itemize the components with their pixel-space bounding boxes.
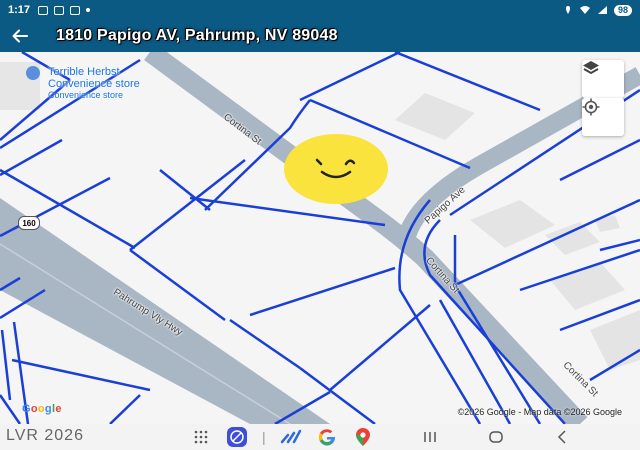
analytics-icon [280,429,301,444]
parcel-lines [0,52,640,424]
building [550,262,625,310]
arrow-left-icon [12,29,28,43]
smiley-face-icon [315,158,356,179]
apps-grid-icon [194,430,208,444]
screen: 1:17 98 1810 Papigo AV, Pahrump, NV 8904… [0,0,640,450]
navigation-bar: LVR 2026 | [0,424,640,450]
google-app-button[interactable] [316,427,338,447]
google-logo-letter: G [22,403,31,415]
location-status-icon [565,6,571,14]
building [470,200,555,248]
wifi-icon [579,6,590,14]
shopping-bag-icon [26,66,40,80]
home-button[interactable] [486,427,506,447]
browser-icon [227,427,247,447]
poi-terrible-herbst[interactable]: Terrible Herbst Convenience store Conven… [48,66,140,100]
status-bar: 1:17 98 [0,0,640,20]
dock-separator: | [262,429,266,445]
poi-name-line1: Terrible Herbst [48,66,120,78]
recents-button[interactable] [420,427,440,447]
recents-icon [424,432,436,442]
google-logo-letters: Google [22,403,62,415]
system-status-icons: 98 [563,4,632,16]
maps-icon [355,428,370,446]
building [395,93,475,140]
watermark: LVR 2026 [6,427,84,444]
poi-name-line2: Convenience store [48,78,140,90]
google-icon [318,429,335,446]
layers-icon [583,61,599,75]
google-logo-letter: g [44,403,52,415]
status-time: 1:17 [8,4,31,16]
analytics-app-button[interactable] [280,427,302,447]
my-location-button[interactable] [582,98,624,136]
battery-level: 98 [613,4,632,16]
layers-button[interactable] [582,60,624,98]
app-bar: 1810 Papigo AV, Pahrump, NV 89048 [0,20,640,52]
browser-app-button[interactable] [226,427,248,447]
map-canvas [0,52,640,424]
map-view[interactable]: Terrible Herbst Convenience store Conven… [0,52,640,424]
back-nav-icon [557,430,566,444]
signal-icon [597,6,607,14]
home-icon [489,431,503,443]
back-nav-button[interactable] [552,427,572,447]
poi-category: Convenience store [48,90,124,100]
more-dot-icon [86,8,91,12]
maps-app-button[interactable] [352,427,374,447]
highway-divider [0,243,291,424]
highway-shield: 160 [18,216,40,230]
google-logo-letter: o [37,403,45,415]
taskbar-dock: | [190,427,374,447]
image-icon [54,5,65,15]
building [590,310,640,370]
screenshot-icon [38,5,49,15]
apps-grid-button[interactable] [190,427,212,447]
my-location-icon [582,98,600,116]
highway-road [0,198,330,424]
google-logo: Google [22,403,62,415]
location-marker[interactable] [284,134,388,204]
system-navigation [420,427,572,447]
notification-icons [38,5,91,15]
google-logo-letter: e [55,403,62,415]
mail-icon [70,5,81,15]
back-button[interactable] [0,20,40,52]
building [595,215,620,232]
map-attribution: ©2026 Google - Map data ©2026 Google [457,407,622,417]
google-logo-letter: o [30,403,38,415]
address-title: 1810 Papigo AV, Pahrump, NV 89048 [56,27,338,44]
